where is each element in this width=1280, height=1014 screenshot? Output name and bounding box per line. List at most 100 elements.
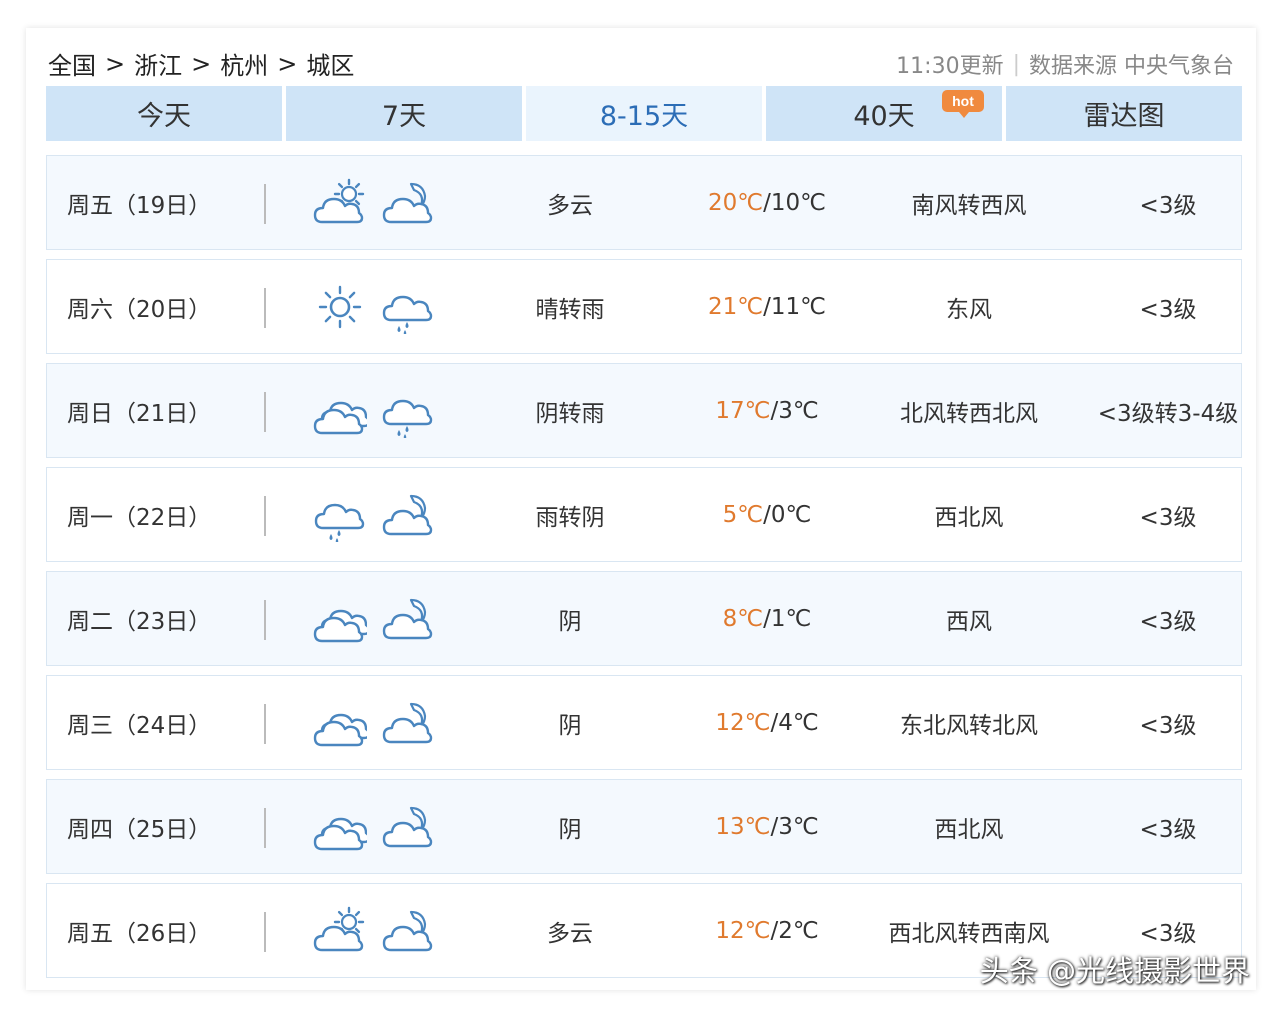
overcast-icon xyxy=(313,401,367,435)
wind-direction: 南风转西风 xyxy=(911,192,1027,219)
sunny-icon xyxy=(318,285,362,329)
wind-level: <3级转3-4级 xyxy=(1097,400,1239,427)
wind-level: <3级 xyxy=(1139,504,1197,531)
source-divider: | xyxy=(1012,51,1020,77)
hot-badge: hot xyxy=(942,90,984,118)
row-divider xyxy=(264,288,266,328)
row-divider xyxy=(264,392,266,432)
partly-cloudy-day-icon xyxy=(313,178,365,224)
forecast-row: 周五（19日） 多云 20℃ / 10℃ 南风转西风 <3级 xyxy=(46,155,1242,250)
update-time: 11:30更新 xyxy=(896,54,1004,79)
wind-direction: 西北风 xyxy=(934,816,1004,843)
temperature-separator: / xyxy=(770,813,779,840)
forecast-row: 周一（22日） 雨转阴 5℃ / 0℃ 西北风 <3级 xyxy=(46,467,1242,562)
cloudy-night-icon xyxy=(382,494,433,536)
breadcrumb-item-city[interactable]: 杭州 xyxy=(220,46,268,81)
rain-icon xyxy=(382,399,433,438)
row-divider xyxy=(264,808,266,848)
temperature-low: 11℃ xyxy=(770,293,826,320)
forecast-date: 周三（24日） xyxy=(67,712,212,739)
tab-7-days[interactable]: 7天 xyxy=(286,86,522,141)
forecast-row: 周日（21日） 阴转雨 17℃ / 3℃ 北风转西北风 <3级转3-4级 xyxy=(46,363,1242,458)
breadcrumb-item-country[interactable]: 全国 xyxy=(48,46,96,81)
forecast-row: 周二（23日） 阴 8℃ / 1℃ 西风 <3级 xyxy=(46,571,1242,666)
weather-description: 多云 xyxy=(547,920,593,947)
forecast-row: 周六（20日） 晴转雨 21℃ / 11℃ 东风 <3级 xyxy=(46,259,1242,354)
temperature-range: 8℃ / 1℃ xyxy=(667,572,867,665)
overcast-icon xyxy=(313,609,367,643)
breadcrumb-separator: > xyxy=(105,49,126,78)
forecast-date: 周日（21日） xyxy=(67,400,212,427)
temperature-separator: / xyxy=(763,293,771,320)
rain-icon xyxy=(314,503,365,542)
weather-description: 晴转雨 xyxy=(535,296,605,323)
wind-direction: 东北风转北风 xyxy=(900,712,1038,739)
forecast-date: 周五（26日） xyxy=(67,920,212,947)
row-divider xyxy=(264,704,266,744)
weather-description: 阴 xyxy=(558,712,582,739)
overcast-icon xyxy=(313,713,367,747)
temperature-high: 8℃ xyxy=(722,605,764,632)
row-divider xyxy=(264,600,266,640)
cloudy-night-icon xyxy=(382,806,433,848)
wind-level: <3级 xyxy=(1139,296,1197,323)
temperature-separator: / xyxy=(763,605,771,632)
forecast-date: 周六（20日） xyxy=(67,296,212,323)
tab-8-15-days[interactable]: 8-15天 xyxy=(526,86,762,141)
temperature-low: 3℃ xyxy=(778,397,819,424)
breadcrumb: 全国 > 浙江 > 杭州 > 城区 xyxy=(48,46,354,81)
tab-today[interactable]: 今天 xyxy=(46,86,282,141)
temperature-range: 12℃ / 4℃ xyxy=(667,676,867,769)
wind-level: <3级 xyxy=(1139,608,1197,635)
cloudy-night-icon xyxy=(382,910,433,952)
temperature-separator: / xyxy=(763,189,771,216)
temperature-separator: / xyxy=(763,501,771,528)
cloudy-night-icon xyxy=(382,182,433,224)
breadcrumb-item-province[interactable]: 浙江 xyxy=(134,46,182,81)
temperature-high: 12℃ xyxy=(715,709,771,736)
weather-icons xyxy=(313,592,435,646)
wind-direction: 西北风 xyxy=(934,504,1004,531)
rain-icon xyxy=(382,295,433,334)
row-divider xyxy=(264,184,266,224)
temperature-range: 12℃ / 2℃ xyxy=(667,884,867,977)
temperature-range: 17℃ / 3℃ xyxy=(667,364,867,457)
header-bar: 全国 > 浙江 > 杭州 > 城区 11:30更新 | 数据来源 中央气象台 xyxy=(46,44,1242,82)
temperature-separator: / xyxy=(770,709,779,736)
weather-description: 多云 xyxy=(547,192,593,219)
tab-radar[interactable]: 雷达图 xyxy=(1006,86,1242,141)
wind-direction: 东风 xyxy=(946,296,992,323)
weather-icons xyxy=(313,696,435,750)
weather-icons xyxy=(313,176,435,230)
cloudy-night-icon xyxy=(382,598,433,640)
data-source: 数据来源 中央气象台 xyxy=(1029,54,1234,79)
temperature-range: 20℃ / 10℃ xyxy=(667,156,867,249)
weather-description: 雨转阴 xyxy=(535,504,605,531)
watermark: 头条 @光线摄影世界 xyxy=(979,954,1250,988)
temperature-high: 21℃ xyxy=(708,293,764,320)
temperature-separator: / xyxy=(770,917,779,944)
weather-icons xyxy=(313,488,435,542)
wind-direction: 北风转西北风 xyxy=(900,400,1038,427)
overcast-icon xyxy=(313,817,367,851)
row-divider xyxy=(264,912,266,952)
temperature-high: 13℃ xyxy=(715,813,771,840)
row-divider xyxy=(264,496,266,536)
temperature-low: 0℃ xyxy=(770,501,812,528)
temperature-low: 2℃ xyxy=(778,917,819,944)
breadcrumb-item-district: 城区 xyxy=(306,52,355,80)
forecast-list: 周五（19日） 多云 20℃ / 10℃ 南风转西风 <3级 周六（20日） 晴… xyxy=(46,155,1242,987)
temperature-high: 12℃ xyxy=(715,917,771,944)
breadcrumb-separator: > xyxy=(277,49,298,78)
data-source-info: 11:30更新 | 数据来源 中央气象台 xyxy=(896,48,1234,80)
temperature-low: 10℃ xyxy=(770,189,826,216)
partly-cloudy-day-icon xyxy=(313,906,365,952)
forecast-date: 周二（23日） xyxy=(67,608,212,635)
forecast-row: 周三（24日） 阴 12℃ / 4℃ 东北风转北风 <3级 xyxy=(46,675,1242,770)
forecast-row: 周四（25日） 阴 13℃ / 3℃ 西北风 <3级 xyxy=(46,779,1242,874)
breadcrumb-separator: > xyxy=(191,49,212,78)
weather-description: 阴 xyxy=(558,608,582,635)
weather-icons xyxy=(313,280,435,334)
weather-icons xyxy=(313,904,435,958)
wind-level: <3级 xyxy=(1139,712,1197,739)
